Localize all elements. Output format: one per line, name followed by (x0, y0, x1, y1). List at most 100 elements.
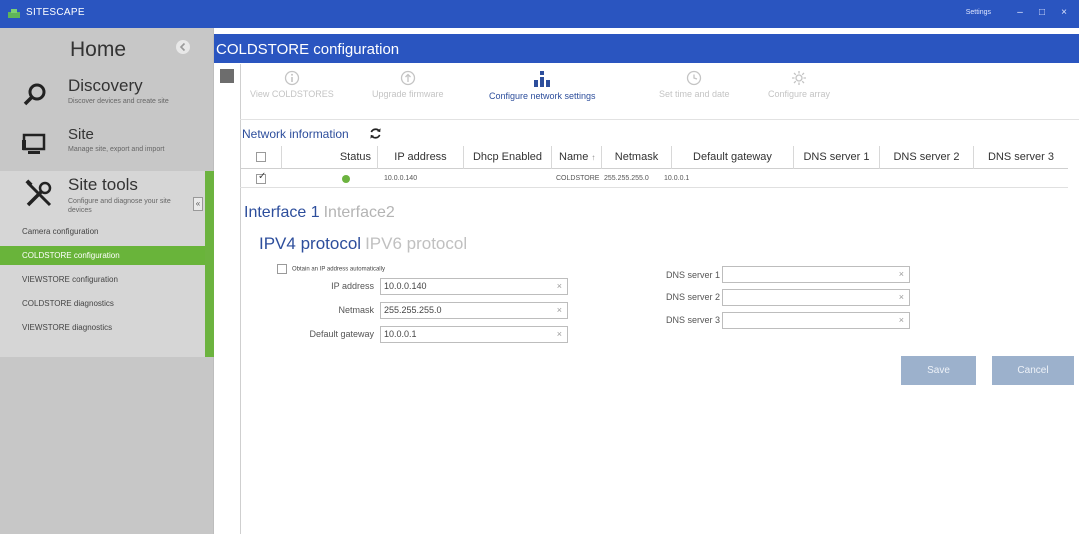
protocol-tabs: IPV4 protocol IPV6 protocol (259, 234, 467, 254)
panel-toggle-button[interactable] (220, 69, 234, 83)
status-online-icon (342, 175, 350, 183)
tab-interface-2[interactable]: Interface2 (324, 204, 395, 221)
sidebar-item-label: Site (68, 126, 94, 143)
column-header-label: Name (559, 151, 589, 163)
back-arrow-icon[interactable] (176, 40, 190, 54)
ip-address-value: 10.0.0.140 (384, 281, 427, 291)
column-header-dns-server-2[interactable]: DNS server 2 (880, 146, 974, 169)
sidebar-item-viewstore-diagnostics[interactable]: VIEWSTORE diagnostics (0, 318, 205, 337)
sidebar-item-discovery[interactable]: Discovery Discover devices and create si… (0, 76, 214, 122)
column-header-ip-address[interactable]: IP address (378, 146, 464, 169)
table-row[interactable]: ✓ 10.0.0.140 COLDSTORE 255.255.255.0 10.… (240, 170, 1068, 188)
cell-name: COLDSTORE (556, 175, 600, 182)
clear-icon[interactable]: × (557, 279, 562, 294)
save-button[interactable]: Save (901, 356, 976, 385)
column-header-default-gateway[interactable]: Default gateway (672, 146, 794, 169)
maximize-button[interactable]: □ (1035, 6, 1049, 20)
home-label: Home (70, 38, 127, 61)
toolbar-divider (240, 119, 1079, 120)
sidebar-item-label: Discovery (68, 76, 143, 95)
auto-ip-checkbox[interactable] (277, 264, 287, 274)
sidebar-item-description: Manage site, export and import (68, 146, 165, 153)
settings-link[interactable]: Settings (966, 9, 991, 16)
info-icon (284, 70, 299, 86)
column-header-status[interactable]: Status (282, 146, 378, 169)
column-header-dns-server-3[interactable]: DNS server 3 (974, 146, 1068, 169)
select-all-checkbox[interactable] (256, 152, 266, 162)
default-gateway-value: 10.0.0.1 (384, 329, 417, 339)
tools-icon (25, 179, 52, 207)
auto-ip-option[interactable]: Obtain an IP address automatically (277, 264, 385, 274)
minimize-button[interactable]: – (1013, 6, 1027, 20)
column-header-dns-server-1[interactable]: DNS server 1 (794, 146, 880, 169)
network-icon (534, 71, 551, 87)
sidebar-item-label: Site tools (68, 175, 138, 194)
cell-dns-server-1 (796, 170, 804, 188)
sidebar-item-coldstore-configuration[interactable]: COLDSTORE configuration (0, 246, 205, 265)
dns-server-2-field[interactable]: × (722, 289, 910, 306)
cell-ip-address: 10.0.0.140 (384, 175, 418, 182)
toolbar-label: Upgrade firmware (372, 89, 444, 99)
clear-icon[interactable]: × (899, 313, 904, 328)
clear-icon[interactable]: × (557, 327, 562, 342)
ip-address-label: IP address (331, 281, 374, 291)
title-bar: SITESCAPE Settings – □ × (0, 0, 1079, 28)
row-checkbox[interactable]: ✓ (256, 171, 267, 184)
column-header-netmask[interactable]: Netmask (602, 146, 672, 169)
toolbar-label: View COLDSTORES (250, 89, 334, 99)
tab-ipv6-protocol[interactable]: IPV6 protocol (365, 234, 467, 253)
sidebar: Home Discovery Discover devices and crea… (0, 28, 214, 534)
cell-netmask: 255.255.255.0 (604, 175, 649, 182)
column-header-name[interactable]: Name ↑ (552, 146, 602, 169)
gear-icon (792, 71, 807, 85)
tab-interface-1[interactable]: Interface 1 (244, 204, 320, 221)
toolbar-configure-network-settings-button[interactable]: Configure network settings (489, 70, 596, 101)
main-panel: COLDSTORE configuration View COLDSTORES … (214, 28, 1079, 534)
sidebar-item-site[interactable]: Site Manage site, export and import (0, 126, 214, 170)
clock-icon (687, 70, 702, 86)
clear-icon[interactable]: × (557, 303, 562, 318)
sidebar-item-coldstore-diagnostics[interactable]: COLDSTORE diagnostics (0, 294, 205, 313)
dns-server-1-field[interactable]: × (722, 266, 910, 283)
toolbar-label: Configure array (768, 89, 831, 99)
netmask-label: Netmask (338, 305, 374, 315)
tab-ipv4-protocol[interactable]: IPV4 protocol (259, 234, 361, 253)
cell-dhcp-enabled (468, 170, 476, 188)
check-icon: ✓ (258, 171, 267, 182)
clear-icon[interactable]: × (899, 290, 904, 305)
cell-dns-server-2 (882, 170, 890, 188)
refresh-icon[interactable] (369, 127, 382, 140)
sidebar-item-description: Configure and diagnose your site devices (68, 198, 171, 214)
toolbar-label: Configure network settings (489, 91, 596, 101)
sort-ascending-icon: ↑ (591, 153, 596, 162)
interface-tabs: Interface 1 Interface2 (244, 204, 395, 222)
page-title: COLDSTORE configuration (216, 41, 400, 58)
toolbar-configure-array-button[interactable]: Configure array (768, 70, 830, 99)
ip-address-field[interactable]: 10.0.0.140 × (380, 278, 568, 295)
sidebar-item-viewstore-configuration[interactable]: VIEWSTORE configuration (0, 270, 205, 289)
cell-dns-server-3 (976, 170, 984, 188)
app-title: SITESCAPE (26, 7, 85, 18)
default-gateway-field[interactable]: 10.0.0.1 × (380, 326, 568, 343)
collapse-button[interactable]: « (193, 197, 203, 211)
toolbar-view-coldstores-button[interactable]: View COLDSTORES (250, 70, 334, 99)
select-all-header (240, 146, 282, 169)
table-header-row: Status IP address Dhcp Enabled Name ↑ Ne… (240, 146, 1068, 169)
column-header-dhcp-enabled[interactable]: Dhcp Enabled (464, 146, 552, 169)
toolbar-upgrade-firmware-button[interactable]: Upgrade firmware (372, 70, 444, 99)
close-button[interactable]: × (1057, 6, 1071, 20)
app-logo-icon (8, 9, 20, 18)
toolbar-set-time-and-date-button[interactable]: Set time and date (659, 70, 730, 99)
clear-icon[interactable]: × (899, 267, 904, 282)
dns-server-2-label: DNS server 2 (665, 292, 720, 302)
home-nav[interactable]: Home (0, 28, 214, 68)
netmask-value: 255.255.255.0 (384, 305, 442, 315)
cell-default-gateway: 10.0.0.1 (664, 175, 690, 182)
page-header: COLDSTORE configuration (214, 34, 1079, 63)
sidebar-item-site-tools[interactable]: Site tools Configure and diagnose your s… (0, 171, 214, 357)
netmask-field[interactable]: 255.255.255.0 × (380, 302, 568, 319)
sidebar-item-camera-configuration[interactable]: Camera configuration (0, 222, 205, 241)
cancel-button[interactable]: Cancel (992, 356, 1074, 385)
dns-server-3-field[interactable]: × (722, 312, 910, 329)
active-section-rail (205, 171, 214, 357)
